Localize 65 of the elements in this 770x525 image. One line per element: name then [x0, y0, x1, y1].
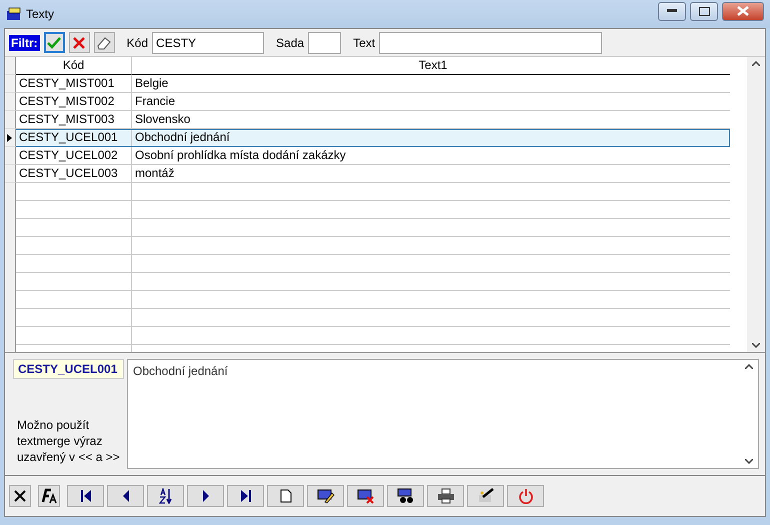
maximize-icon [698, 6, 710, 16]
first-icon [80, 489, 92, 503]
filter-label: Filtr: [9, 34, 40, 50]
hint-text: Možno použít textmerge výraz uzavřený v << a >> [16, 417, 121, 466]
table-cell: CESTY_UCEL002 [16, 147, 132, 165]
toolbar-button[interactable] [307, 485, 344, 507]
table-cell: CESTY_MIST001 [16, 75, 132, 93]
scroll-down-icon [745, 459, 753, 464]
clear-filter-button[interactable] [94, 32, 115, 53]
toolbar-button[interactable] [107, 485, 144, 507]
sort-icon [158, 488, 172, 504]
scrollbar[interactable] [747, 57, 765, 352]
minimize-icon [667, 9, 677, 13]
previous-icon [120, 489, 130, 503]
toolbar-button[interactable] [147, 485, 184, 507]
next-icon [200, 489, 210, 503]
eraser-icon [96, 36, 112, 50]
filter-input[interactable] [379, 32, 602, 54]
font-icon [40, 488, 58, 504]
delete-icon [356, 488, 374, 504]
close-icon [737, 6, 749, 16]
toolbar-button[interactable] [427, 485, 464, 507]
toolbar-button[interactable] [227, 485, 264, 507]
binoculars-icon [396, 488, 414, 504]
filter-field-label: Kód [126, 36, 148, 50]
filter-input[interactable]: CESTY [152, 32, 264, 54]
toolbar-button[interactable] [267, 485, 304, 507]
close-icon [13, 489, 27, 503]
window-title: Texty [26, 7, 56, 21]
toolbar-button[interactable] [9, 485, 31, 507]
print-icon [436, 488, 454, 504]
app-icon [6, 7, 22, 21]
table-cell: CESTY_MIST002 [16, 93, 132, 111]
last-icon [240, 489, 252, 503]
cancel-filter-button[interactable] [68, 32, 90, 53]
edit-icon [316, 488, 334, 504]
toolbar-button[interactable] [67, 485, 104, 507]
apply-filter-button[interactable] [44, 32, 65, 53]
filter-field-label: Text [353, 36, 376, 50]
text-area[interactable]: Obchodní jednání [127, 359, 759, 469]
close-button[interactable] [722, 2, 764, 20]
wand-icon [476, 488, 494, 504]
row-pointer-icon [7, 134, 12, 142]
table-cell: CESTY_UCEL001 [16, 129, 132, 147]
toolbar-button[interactable] [347, 485, 384, 507]
table-cell: CESTY_UCEL003 [16, 165, 132, 183]
scroll-up-icon [752, 61, 760, 66]
scroll-up-icon [745, 364, 753, 369]
minimize-button[interactable] [658, 2, 686, 20]
toolbar-button[interactable] [467, 485, 504, 507]
toolbar-button[interactable] [38, 485, 60, 507]
table-row[interactable]: CESTY_UCEL001 Obchodní jednání [5, 129, 730, 147]
filter-input[interactable] [308, 32, 342, 54]
record-code: CESTY_UCEL001 [13, 359, 124, 379]
maximize-button[interactable] [690, 2, 718, 20]
cross-icon [73, 36, 86, 48]
filter-field-label: Sada [276, 36, 304, 50]
toolbar-button[interactable] [187, 485, 224, 507]
column-header[interactable]: Kód [16, 57, 132, 75]
toolbar-button[interactable] [387, 485, 424, 507]
power-icon [518, 488, 534, 504]
scroll-down-icon [752, 343, 760, 348]
row-header[interactable] [5, 129, 16, 147]
check-icon [47, 36, 62, 48]
document-icon [280, 489, 292, 503]
